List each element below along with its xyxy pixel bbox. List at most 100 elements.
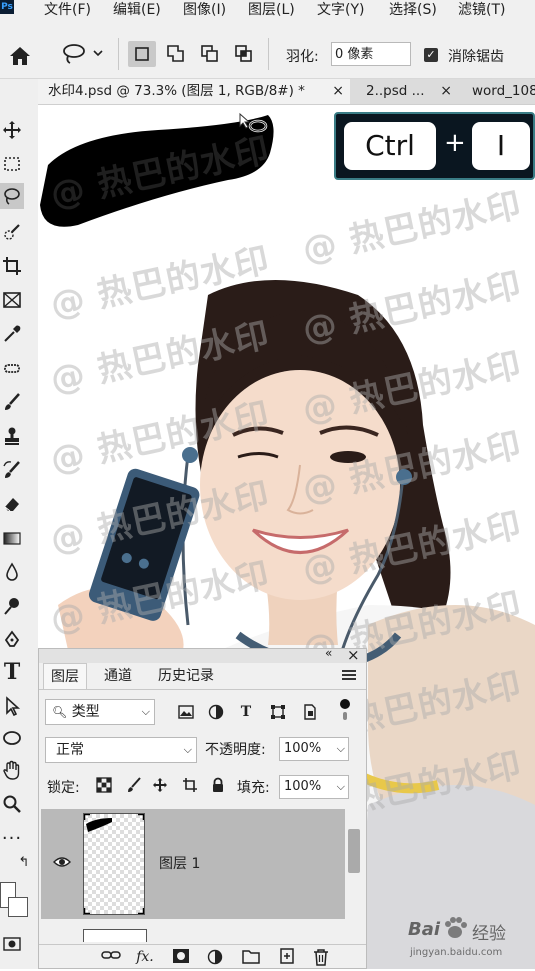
marquee-tool-icon[interactable] xyxy=(0,151,24,177)
menu-image[interactable]: 图像(I) xyxy=(183,0,226,20)
options-bar: 羽化: 0 像素 ✓ 消除锯齿 xyxy=(0,22,535,79)
feather-input[interactable]: 0 像素 xyxy=(331,42,411,66)
tab-watermark-psd[interactable]: 水印4.psd @ 73.3% (图层 1, RGB/8#) * × xyxy=(38,79,350,104)
eraser-tool-icon[interactable] xyxy=(0,491,24,517)
subtract-from-selection-button[interactable] xyxy=(196,41,224,67)
chevron-down-icon[interactable]: ⌵ xyxy=(337,738,345,760)
tab-layers[interactable]: 图层 xyxy=(43,663,87,689)
panel-tabs: 图层 通道 历史记录 xyxy=(39,663,366,690)
new-group-icon[interactable] xyxy=(241,948,261,966)
filter-smart-object-icon[interactable] xyxy=(301,703,319,721)
tab-word[interactable]: word_108 xyxy=(462,79,535,104)
filter-pixel-icon[interactable] xyxy=(177,703,195,721)
layer-thumbnail-content xyxy=(84,814,144,914)
brush-tool-icon[interactable] xyxy=(0,389,24,415)
layer-name[interactable]: 图层 1 xyxy=(159,853,200,873)
layers-scrollbar[interactable] xyxy=(348,829,360,873)
keyboard-shortcut-overlay: Ctrl + I xyxy=(334,112,535,180)
antialias-checkbox[interactable]: ✓ xyxy=(424,48,438,62)
ellipse-tool-icon[interactable] xyxy=(0,725,24,751)
menu-layer[interactable]: 图层(L) xyxy=(248,0,295,20)
layer-thumbnail[interactable] xyxy=(83,813,145,915)
eyedropper-tool-icon[interactable] xyxy=(0,321,24,347)
crop-tool-icon[interactable] xyxy=(0,253,24,279)
close-tab-icon[interactable]: × xyxy=(332,79,344,104)
type-tool-icon[interactable]: T xyxy=(0,659,24,685)
add-to-selection-button[interactable] xyxy=(162,41,190,67)
frame-tool-icon[interactable] xyxy=(0,287,24,313)
panel-header: « × xyxy=(39,646,366,664)
filter-toggle-switch[interactable] xyxy=(340,699,350,723)
background-color-swatch[interactable] xyxy=(8,897,28,917)
next-layer-row[interactable] xyxy=(83,929,147,942)
tab-label: 2..psd ... xyxy=(366,83,425,99)
menu-select[interactable]: 选择(S) xyxy=(389,0,437,20)
lock-label: 锁定: xyxy=(47,780,80,796)
dodge-tool-icon[interactable] xyxy=(0,593,24,619)
tab-history[interactable]: 历史记录 xyxy=(151,663,221,689)
more-tools-icon[interactable]: ··· xyxy=(0,825,24,851)
hand-tool-icon[interactable] xyxy=(0,757,24,783)
move-tool-icon[interactable] xyxy=(0,117,24,143)
fill-label: 填充: xyxy=(237,780,270,796)
intersect-selection-button[interactable] xyxy=(230,41,258,67)
lasso-preset-picker[interactable] xyxy=(60,42,110,66)
healing-brush-tool-icon[interactable] xyxy=(0,355,24,381)
chevron-down-icon[interactable]: ⌵ xyxy=(337,776,345,798)
add-mask-icon[interactable] xyxy=(171,948,191,966)
lock-transparent-pixels-icon[interactable] xyxy=(95,777,113,795)
baidu-paw-icon xyxy=(445,917,467,938)
new-selection-button[interactable] xyxy=(128,41,156,67)
tab-label: 水印4.psd @ 73.3% (图层 1, RGB/8#) * xyxy=(48,83,305,99)
clone-stamp-tool-icon[interactable] xyxy=(0,423,24,449)
history-brush-tool-icon[interactable] xyxy=(0,457,24,483)
baidu-brand-suffix: 经验 xyxy=(472,924,506,944)
filter-kind-value: 类型 xyxy=(71,704,100,720)
lock-artboard-icon[interactable] xyxy=(181,777,199,795)
filter-type-icon[interactable]: T xyxy=(237,703,255,721)
tab-channels[interactable]: 通道 xyxy=(95,663,141,689)
fill-value: 100% xyxy=(284,779,322,794)
blend-mode-select[interactable]: 正常 ⌵ xyxy=(45,737,197,763)
zoom-tool-icon[interactable] xyxy=(0,791,24,817)
home-icon[interactable] xyxy=(8,46,32,66)
close-tab-icon[interactable]: × xyxy=(440,79,452,104)
visibility-eye-icon[interactable] xyxy=(53,855,71,873)
menu-filter[interactable]: 滤镜(T) xyxy=(458,0,505,20)
swap-colors-icon[interactable]: ↰ xyxy=(14,853,34,871)
filter-shape-icon[interactable] xyxy=(269,703,287,721)
lasso-tool-icon[interactable] xyxy=(0,183,24,209)
delete-layer-icon[interactable] xyxy=(311,948,331,966)
quick-selection-tool-icon[interactable] xyxy=(0,219,24,245)
menu-type[interactable]: 文字(Y) xyxy=(317,0,364,20)
new-layer-icon[interactable] xyxy=(277,948,297,966)
panel-menu-icon[interactable] xyxy=(342,670,356,680)
lock-all-icon[interactable] xyxy=(209,777,227,795)
path-selection-tool-icon[interactable] xyxy=(0,693,24,719)
quick-mask-icon[interactable] xyxy=(0,931,24,957)
layer-filter-select[interactable]: 🔍︎ 类型 ⌵ xyxy=(45,699,155,725)
link-layers-icon[interactable] xyxy=(101,948,121,966)
search-icon: 🔍︎ xyxy=(52,705,68,719)
menu-file[interactable]: 文件(F) xyxy=(44,0,91,20)
layer-row[interactable]: 图层 1 xyxy=(41,809,345,919)
lock-image-pixels-icon[interactable] xyxy=(125,777,143,795)
collapse-panel-icon[interactable]: « xyxy=(325,646,332,660)
plus-sign: + xyxy=(444,128,466,158)
feather-label: 羽化: xyxy=(286,49,319,65)
fill-input[interactable]: 100% ⌵ xyxy=(279,775,349,799)
menu-bar: Ps 文件(F) 编辑(E) 图像(I) 图层(L) 文字(Y) 选择(S) 滤… xyxy=(0,0,535,22)
new-adjustment-layer-icon[interactable] xyxy=(205,948,225,966)
blur-tool-icon[interactable] xyxy=(0,559,24,585)
menu-edit[interactable]: 编辑(E) xyxy=(113,0,161,20)
lock-position-icon[interactable] xyxy=(151,777,169,795)
document-tabs: 水印4.psd @ 73.3% (图层 1, RGB/8#) * × 2..ps… xyxy=(38,79,535,105)
opacity-input[interactable]: 100% ⌵ xyxy=(279,737,349,761)
lasso-cursor-icon xyxy=(239,112,268,133)
tab-second-psd[interactable]: 2..psd ... × xyxy=(356,79,458,104)
fx-layer-style-icon[interactable]: fx. xyxy=(135,948,155,966)
filter-adjustment-icon[interactable] xyxy=(207,703,225,721)
close-panel-icon[interactable]: × xyxy=(347,646,360,664)
gradient-tool-icon[interactable] xyxy=(0,525,24,551)
pen-tool-icon[interactable] xyxy=(0,627,24,653)
